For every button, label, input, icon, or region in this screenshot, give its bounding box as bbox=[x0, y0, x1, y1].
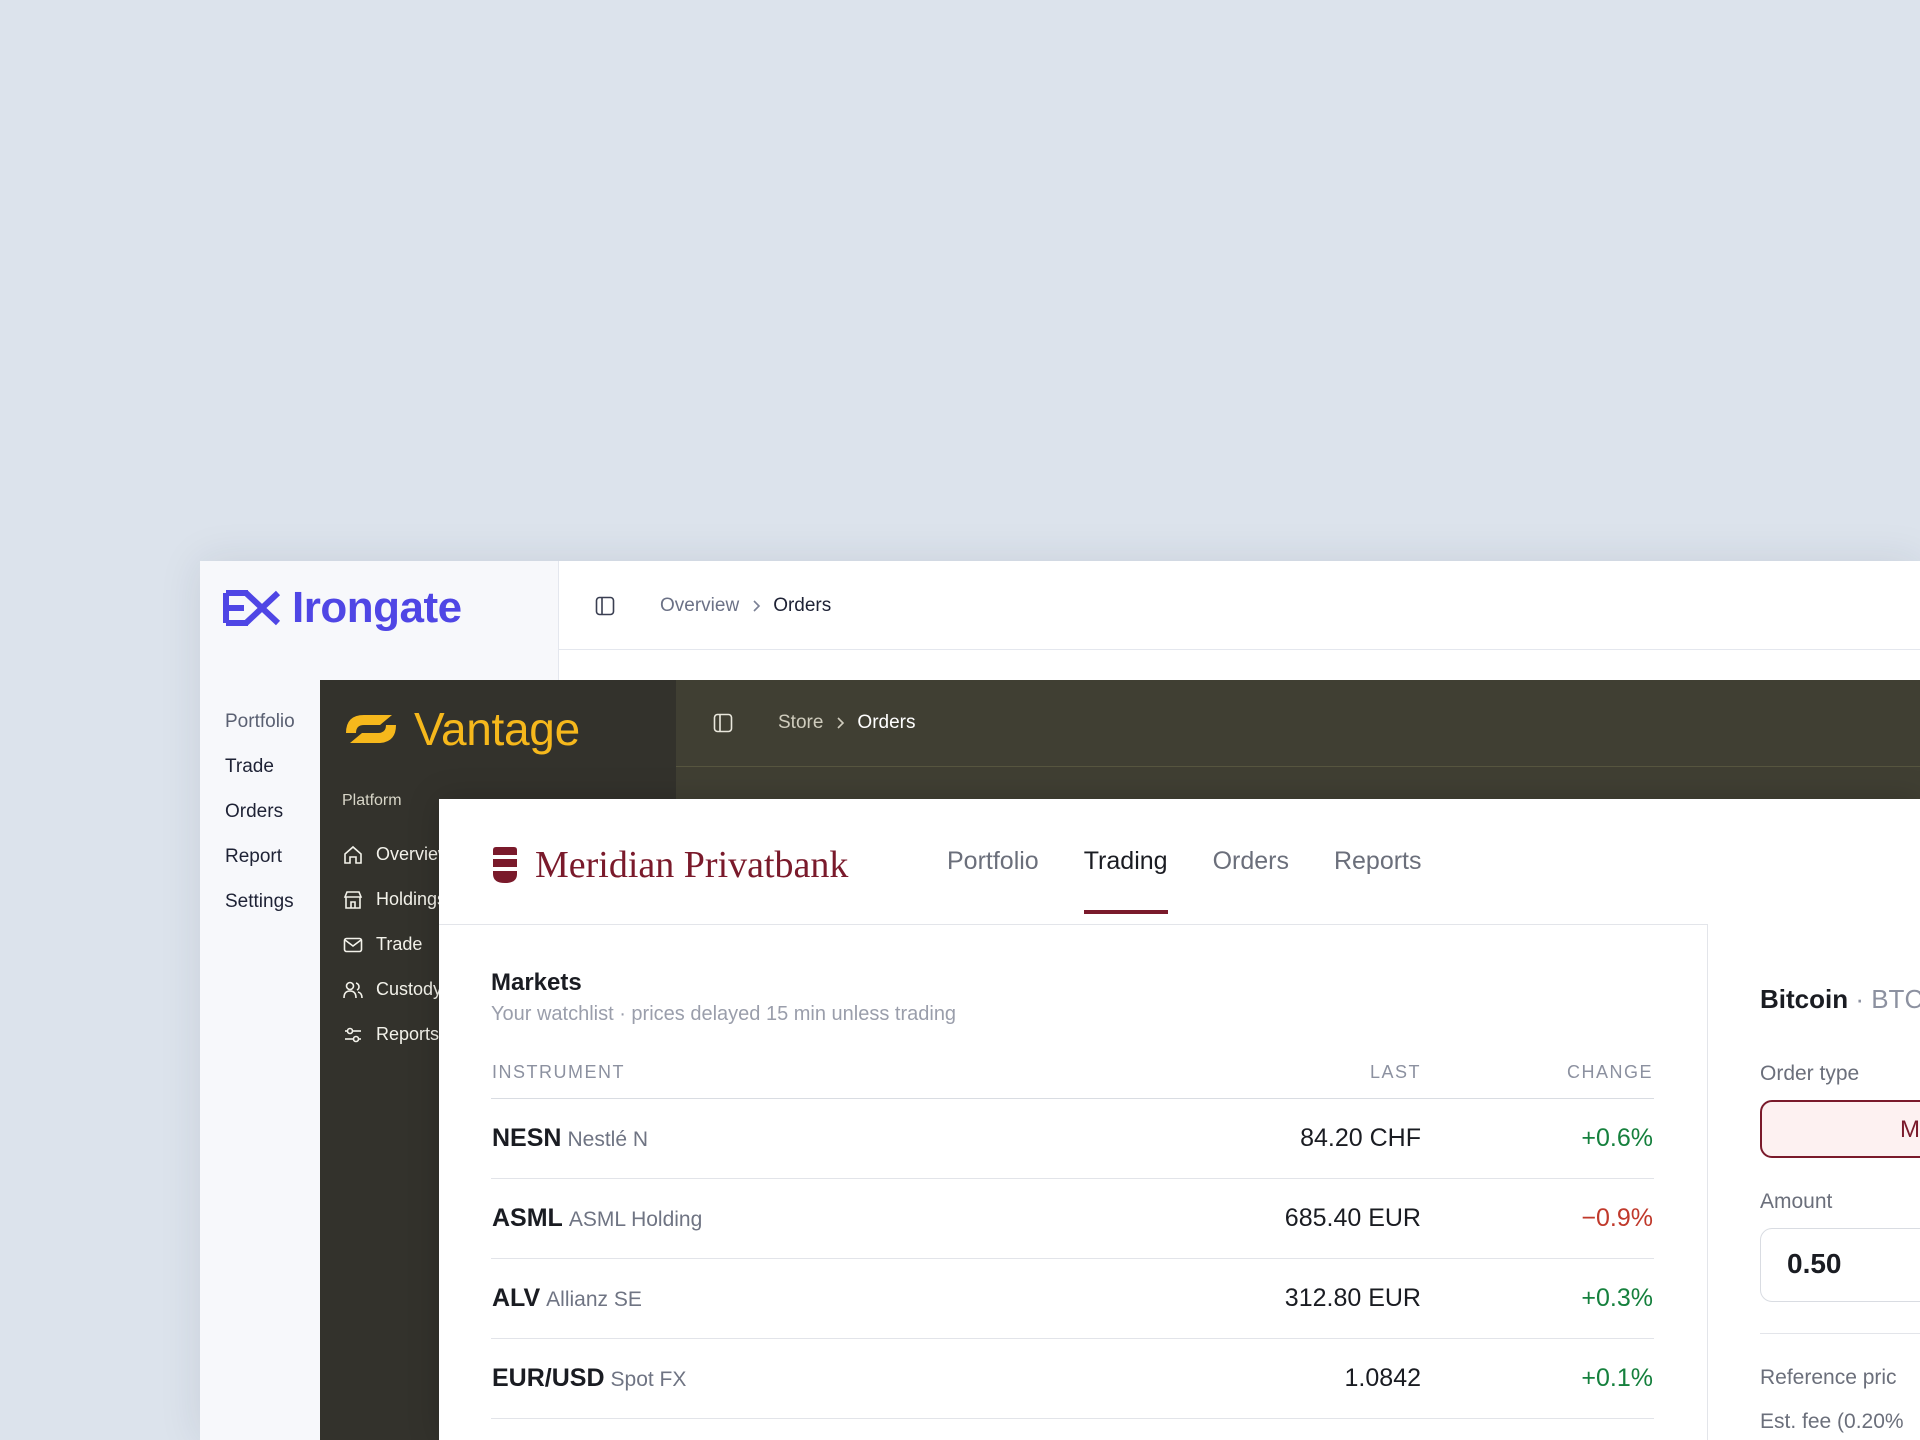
store-icon bbox=[343, 890, 363, 909]
amount-input[interactable] bbox=[1785, 1247, 1920, 1281]
breadcrumb: Store Orders bbox=[778, 712, 916, 734]
last-price: 312.80 EUR bbox=[1054, 1258, 1422, 1339]
mail-icon bbox=[343, 937, 363, 952]
order-divider bbox=[1760, 1333, 1920, 1334]
last-price: 685.40 EUR bbox=[1054, 1178, 1422, 1259]
instrument-name: Allianz SE bbox=[546, 1288, 642, 1311]
vantage-topbar: Store Orders bbox=[676, 680, 1920, 767]
instrument-cell: ALV Allianz SE bbox=[491, 1258, 1055, 1339]
vantage-nav-trade[interactable]: Trade bbox=[342, 922, 451, 967]
estimated-fee-label: Est. fee (0.20% bbox=[1760, 1410, 1904, 1433]
sidebar-toggle-button[interactable] bbox=[713, 713, 733, 738]
vantage-section-label: Platform bbox=[342, 792, 402, 809]
price-change: +0.6% bbox=[1422, 1098, 1654, 1179]
order-instrument-name: Bitcoin bbox=[1760, 984, 1849, 1014]
irongate-nav-orders[interactable]: Orders bbox=[225, 801, 295, 846]
vantage-nav-reports-label: Reports bbox=[376, 1024, 440, 1044]
markets-table: INSTRUMENT LAST CHANGE NESN Nestlé N 84.2… bbox=[491, 1046, 1654, 1419]
order-type-label: Order type bbox=[1760, 1062, 1860, 1085]
price-change: +0.1% bbox=[1422, 1338, 1654, 1419]
instrument-symbol: NESN bbox=[492, 1124, 562, 1152]
col-last: LAST bbox=[1054, 1046, 1422, 1099]
irongate-logo-icon bbox=[223, 590, 280, 626]
tab-trading[interactable]: Trading bbox=[1083, 799, 1168, 924]
chevron-right-icon bbox=[837, 717, 845, 729]
order-type-market-button[interactable]: M bbox=[1760, 1100, 1920, 1158]
table-header-row: INSTRUMENT LAST CHANGE bbox=[491, 1046, 1654, 1099]
order-type-value: M bbox=[1900, 1116, 1920, 1143]
table-row[interactable]: ALV Allianz SE 312.80 EUR +0.3% bbox=[491, 1258, 1654, 1339]
vantage-logo-icon bbox=[346, 715, 396, 743]
breadcrumb: Overview Orders bbox=[660, 595, 831, 617]
vantage-brand-name: Vantage bbox=[414, 703, 580, 755]
markets-panel: Markets Your watchlist · prices delayed … bbox=[491, 969, 1654, 1419]
irongate-logo[interactable]: Irongate bbox=[222, 583, 462, 633]
amount-label: Amount bbox=[1760, 1190, 1833, 1213]
vantage-nav-custody[interactable]: Custody bbox=[342, 967, 451, 1012]
price-change: +0.3% bbox=[1422, 1258, 1654, 1339]
irongate-nav-trade[interactable]: Trade bbox=[225, 756, 295, 801]
sliders-icon bbox=[345, 1027, 361, 1042]
vantage-nav-trade-label: Trade bbox=[376, 934, 423, 954]
instrument-symbol: ALV bbox=[492, 1284, 541, 1312]
instrument-name: Spot FX bbox=[610, 1368, 687, 1391]
last-price: 1.0842 bbox=[1054, 1338, 1422, 1419]
instrument-cell: ASML ASML Holding bbox=[491, 1178, 1055, 1259]
irongate-nav-report[interactable]: Report bbox=[225, 846, 295, 891]
table-row[interactable]: NESN Nestlé N 84.20 CHF +0.6% bbox=[491, 1098, 1654, 1179]
order-instrument-title: Bitcoin · BTC bbox=[1760, 984, 1920, 1015]
irongate-nav-settings[interactable]: Settings bbox=[225, 891, 295, 936]
meridian-shield-icon bbox=[493, 847, 517, 883]
breadcrumb-overview[interactable]: Overview bbox=[660, 595, 739, 617]
instrument-symbol: ASML bbox=[492, 1204, 563, 1232]
reference-price-label: Reference pric bbox=[1760, 1366, 1897, 1389]
amount-field[interactable] bbox=[1760, 1228, 1920, 1302]
instrument-name: ASML Holding bbox=[568, 1208, 703, 1231]
vantage-nav-holdings[interactable]: Holdings bbox=[342, 877, 451, 922]
irongate-nav-portfolio[interactable]: Portfolio bbox=[225, 711, 295, 756]
irongate-brand-name: Irongate bbox=[292, 583, 462, 632]
meridian-brand-name: Meridian Privatbank bbox=[535, 844, 849, 886]
instrument-cell: EUR/USD Spot FX bbox=[491, 1338, 1055, 1419]
vantage-nav-reports[interactable]: Reports bbox=[342, 1012, 451, 1057]
home-icon bbox=[344, 845, 362, 864]
markets-title: Markets bbox=[491, 969, 582, 996]
last-price: 84.20 CHF bbox=[1054, 1098, 1422, 1179]
instrument-name: Nestlé N bbox=[567, 1128, 648, 1151]
vantage-nav-overview[interactable]: Overview bbox=[342, 832, 451, 877]
table-row[interactable]: EUR/USD Spot FX 1.0842 +0.1% bbox=[491, 1338, 1654, 1419]
vantage-nav: Overview Holdings Trade Custody Reports bbox=[342, 832, 451, 1057]
meridian-logo[interactable]: Meridian Privatbank bbox=[491, 843, 848, 887]
sidebar-toggle-button[interactable] bbox=[595, 596, 615, 621]
main-tabs: Portfolio Trading Orders Reports bbox=[947, 799, 1422, 924]
irongate-topbar: Overview Orders bbox=[558, 561, 1920, 650]
price-change: −0.9% bbox=[1422, 1178, 1654, 1259]
vantage-nav-holdings-label: Holdings bbox=[376, 889, 447, 909]
order-instrument-ticker: · BTC bbox=[1848, 984, 1920, 1014]
tab-orders[interactable]: Orders bbox=[1213, 799, 1289, 924]
col-change: CHANGE bbox=[1422, 1046, 1654, 1099]
breadcrumb-store[interactable]: Store bbox=[778, 712, 823, 734]
chevron-right-icon bbox=[753, 600, 761, 612]
order-panel: Bitcoin · BTC Order type M Amount Refere… bbox=[1707, 924, 1920, 1440]
tab-reports[interactable]: Reports bbox=[1334, 799, 1422, 924]
breadcrumb-orders: Orders bbox=[773, 595, 832, 616]
meridian-header: Meridian Privatbank Portfolio Trading Or… bbox=[439, 799, 1920, 925]
instrument-cell: NESN Nestlé N bbox=[491, 1098, 1055, 1179]
sidebar-toggle-icon bbox=[713, 713, 733, 733]
breadcrumb-orders: Orders bbox=[857, 712, 916, 733]
instrument-symbol: EUR/USD bbox=[492, 1364, 605, 1392]
tab-portfolio[interactable]: Portfolio bbox=[947, 799, 1039, 924]
col-instrument: INSTRUMENT bbox=[491, 1046, 1055, 1099]
markets-subtitle: Your watchlist · prices delayed 15 min u… bbox=[491, 1003, 957, 1025]
irongate-nav: Portfolio Trade Orders Report Settings bbox=[225, 711, 295, 936]
sidebar-toggle-icon bbox=[595, 596, 615, 616]
vantage-logo[interactable]: Vantage bbox=[342, 702, 580, 756]
meridian-window: Meridian Privatbank Portfolio Trading Or… bbox=[439, 799, 1920, 1440]
table-row[interactable]: ASML ASML Holding 685.40 EUR −0.9% bbox=[491, 1178, 1654, 1259]
users-icon bbox=[343, 981, 363, 998]
vantage-nav-custody-label: Custody bbox=[376, 979, 443, 999]
